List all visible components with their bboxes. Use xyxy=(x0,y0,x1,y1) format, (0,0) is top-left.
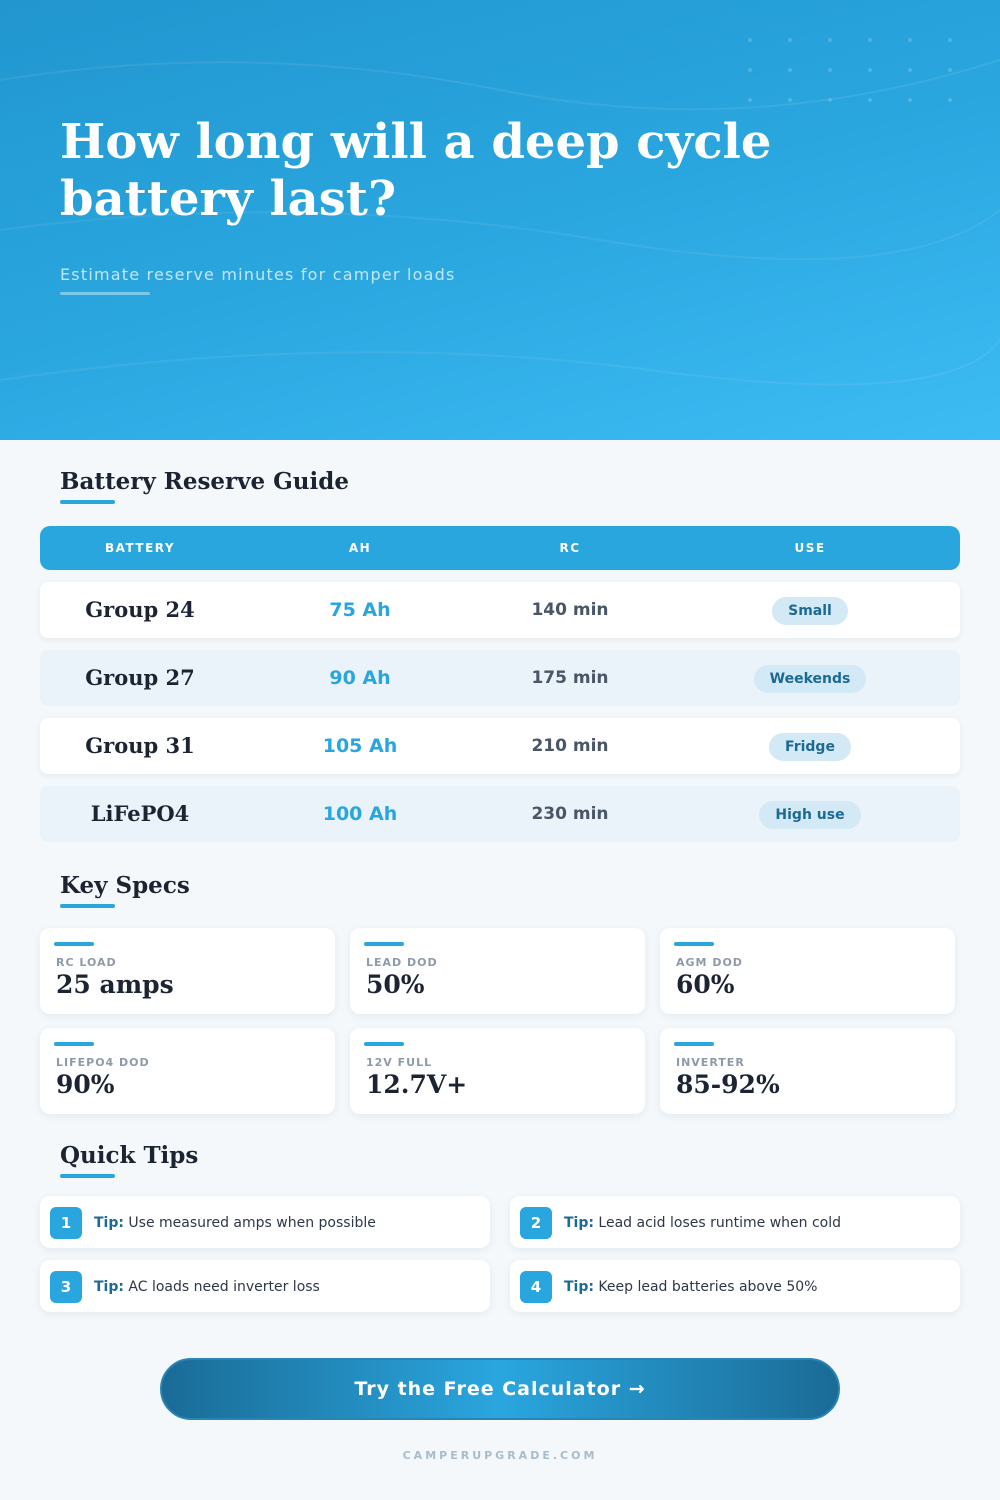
battery-name: Group 24 xyxy=(85,597,195,622)
tip-number-badge: 4 xyxy=(520,1271,552,1303)
column-header-rc: RC xyxy=(559,541,581,555)
free-calculator-button[interactable]: Try the Free Calculator → xyxy=(160,1358,840,1420)
table-row: LiFePO4 100 Ah 230 min High use xyxy=(40,786,960,842)
tip-text: Keep lead batteries above 50% xyxy=(598,1279,818,1295)
column-header-battery: BATTERY xyxy=(104,541,176,555)
tip-prefix: Tip: xyxy=(94,1215,124,1231)
footer-site-link[interactable]: CAMPERUPGRADE.COM xyxy=(0,1449,1000,1462)
tip-card: 4 Tip: Keep lead batteries above 50% xyxy=(510,1260,960,1312)
tip-number-badge: 3 xyxy=(50,1271,82,1303)
battery-ah: 100 Ah xyxy=(322,803,398,825)
spec-value: 12.7V+ xyxy=(366,1070,468,1099)
battery-rc: 175 min xyxy=(531,668,609,688)
spec-card: LIFEPO4 DOD 90% xyxy=(40,1028,335,1114)
hero-banner: How long will a deep cycle battery last?… xyxy=(0,0,1000,440)
battery-name: Group 27 xyxy=(85,665,195,690)
spec-value: 90% xyxy=(56,1070,115,1099)
tip-prefix: Tip: xyxy=(564,1215,594,1231)
spec-card: AGM DOD 60% xyxy=(660,928,955,1014)
use-badge: Small xyxy=(772,596,848,625)
spec-card: LEAD DOD 50% xyxy=(350,928,645,1014)
spec-card: INVERTER 85-92% xyxy=(660,1028,955,1114)
specs-section-underline xyxy=(60,904,115,908)
spec-label: LIFEPO4 DOD xyxy=(56,1056,150,1069)
tip-text: Use measured amps when possible xyxy=(128,1215,376,1231)
battery-name: LiFePO4 xyxy=(90,801,190,826)
tip-card: 2 Tip: Lead acid loses runtime when cold xyxy=(510,1196,960,1248)
page-subtitle: Estimate reserve minutes for camper load… xyxy=(60,265,456,284)
tip-text: Lead acid loses runtime when cold xyxy=(598,1215,841,1231)
battery-ah: 90 Ah xyxy=(329,667,391,689)
specs-section-title: Key Specs xyxy=(60,872,190,899)
table-row: Group 24 75 Ah 140 min Small xyxy=(40,582,960,638)
use-badge: Weekends xyxy=(753,664,867,693)
guide-section-title: Battery Reserve Guide xyxy=(60,468,349,495)
spec-card: RC LOAD 25 amps xyxy=(40,928,335,1014)
tip-card: 3 Tip: AC loads need inverter loss xyxy=(40,1260,490,1312)
battery-rc: 210 min xyxy=(531,736,609,756)
tip-number-badge: 2 xyxy=(520,1207,552,1239)
tip-number-badge: 1 xyxy=(50,1207,82,1239)
battery-name: Group 31 xyxy=(85,733,195,758)
spec-label: RC LOAD xyxy=(56,956,117,969)
spec-value: 25 amps xyxy=(56,970,174,999)
tip-text: AC loads need inverter loss xyxy=(128,1279,320,1295)
column-header-ah: AH xyxy=(348,541,372,555)
spec-label: LEAD DOD xyxy=(366,956,438,969)
battery-rc: 230 min xyxy=(531,804,609,824)
table-row: Group 31 105 Ah 210 min Fridge xyxy=(40,718,960,774)
tips-section-underline xyxy=(60,1174,115,1178)
subtitle-underline xyxy=(60,292,150,295)
table-row: Group 27 90 Ah 175 min Weekends xyxy=(40,650,960,706)
guide-section-underline xyxy=(60,500,115,504)
table-header: BATTERY AH RC USE xyxy=(40,526,960,570)
tips-section-title: Quick Tips xyxy=(60,1142,199,1169)
tip-prefix: Tip: xyxy=(564,1279,594,1295)
battery-rc: 140 min xyxy=(531,600,609,620)
spec-value: 50% xyxy=(366,970,425,999)
use-badge: High use xyxy=(759,800,861,829)
spec-label: INVERTER xyxy=(676,1056,745,1069)
spec-value: 85-92% xyxy=(676,1070,780,1099)
spec-label: AGM DOD xyxy=(676,956,743,969)
spec-card: 12V FULL 12.7V+ xyxy=(350,1028,645,1114)
battery-ah: 75 Ah xyxy=(329,599,391,621)
spec-value: 60% xyxy=(676,970,735,999)
use-badge: Fridge xyxy=(769,732,851,761)
page-title: How long will a deep cycle battery last? xyxy=(60,114,772,227)
spec-label: 12V FULL xyxy=(366,1056,433,1069)
battery-ah: 105 Ah xyxy=(322,735,398,757)
column-header-use: USE xyxy=(794,541,826,555)
tip-card: 1 Tip: Use measured amps when possible xyxy=(40,1196,490,1248)
tip-prefix: Tip: xyxy=(94,1279,124,1295)
